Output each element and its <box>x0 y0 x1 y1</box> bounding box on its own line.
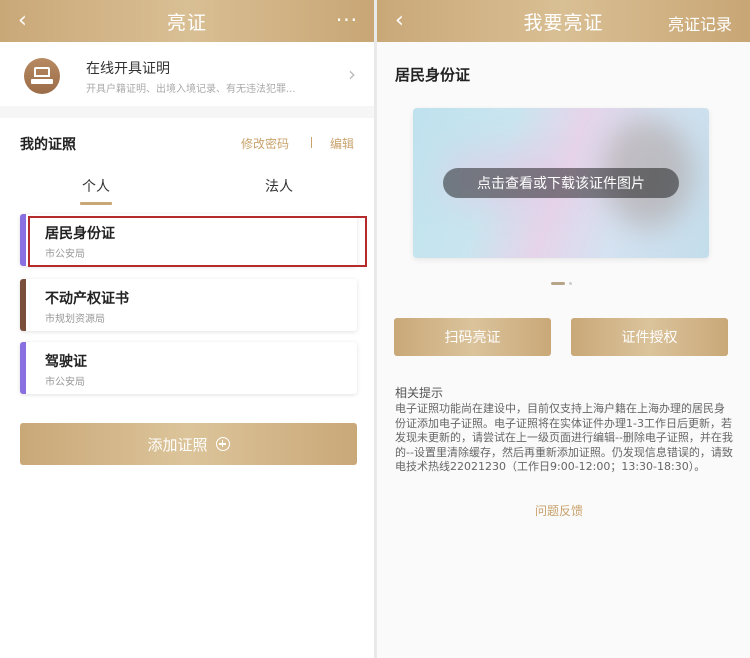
tab-personal[interactable]: 个人 <box>82 176 110 196</box>
add-certificate-button[interactable]: 添加证照 <box>20 423 357 465</box>
online-certificate-entry[interactable]: 在线开具证明 开具户籍证明、出境入境记录、有无违法犯罪... › <box>0 42 374 106</box>
records-link[interactable]: 亮证记录 <box>668 11 732 35</box>
page-title: 亮证 <box>166 11 207 34</box>
left-nav-bar: ‹ 亮证 ··· <box>0 0 374 42</box>
cert-color-bar <box>20 279 26 331</box>
left-screen: ‹ 亮证 ··· 在线开具证明 开具户籍证明、出境入境记录、有无违法犯罪... … <box>0 0 374 658</box>
certificate-title: 居民身份证 <box>395 66 471 84</box>
authorize-button[interactable]: 证件授权 <box>571 318 728 356</box>
right-nav-bar: ‹ 我要亮证 亮证记录 <box>377 0 750 42</box>
cert-card-property[interactable]: 不动产权证书 市规划资源局 <box>20 279 357 331</box>
tips-body: 电子证照功能尚在建设中，目前仅支持上海户籍在上海办理的居民身份证添加电子证照。电… <box>395 402 733 473</box>
back-icon[interactable]: ‹ <box>395 7 404 35</box>
stamp-icon <box>24 58 60 94</box>
right-screen: ‹ 我要亮证 亮证记录 居民身份证 点击查看或下载该证件图片 扫码亮证 证件授权… <box>377 0 750 658</box>
online-certificate-title: 在线开具证明 <box>86 61 170 77</box>
edit-link[interactable]: 编辑 <box>330 135 354 152</box>
feedback-link[interactable]: 问题反馈 <box>535 502 583 519</box>
cert-color-bar <box>20 342 26 394</box>
my-certificates-title: 我的证照 <box>20 137 76 153</box>
page-title: 我要亮证 <box>523 11 604 34</box>
plus-circle-icon <box>215 437 230 451</box>
view-download-caption[interactable]: 点击查看或下载该证件图片 <box>443 168 679 198</box>
cert-card-driver-license[interactable]: 驾驶证 市公安局 <box>20 342 357 394</box>
cert-color-bar <box>20 214 26 266</box>
chevron-right-icon: › <box>348 62 356 86</box>
tips-title: 相关提示 <box>395 386 444 400</box>
online-certificate-subtitle: 开具户籍证明、出境入境记录、有无违法犯罪... <box>86 84 296 95</box>
back-icon[interactable]: ‹ <box>18 7 27 35</box>
more-icon[interactable]: ··· <box>336 8 358 32</box>
add-certificate-label: 添加证照 <box>147 435 208 454</box>
selection-highlight <box>28 216 367 267</box>
carousel-dot-active <box>551 282 565 285</box>
tab-legal-entity[interactable]: 法人 <box>265 176 293 196</box>
cert-issuer: 市规划资源局 <box>45 314 105 325</box>
cert-issuer: 市公安局 <box>45 377 85 388</box>
cert-name: 不动产权证书 <box>45 291 129 307</box>
id-card-image[interactable]: 点击查看或下载该证件图片 <box>413 108 709 258</box>
divider <box>311 137 312 148</box>
active-tab-indicator <box>80 202 112 205</box>
carousel-dot <box>569 282 572 285</box>
cert-name: 驾驶证 <box>45 354 87 370</box>
change-password-link[interactable]: 修改密码 <box>241 135 289 152</box>
scan-show-button[interactable]: 扫码亮证 <box>394 318 551 356</box>
